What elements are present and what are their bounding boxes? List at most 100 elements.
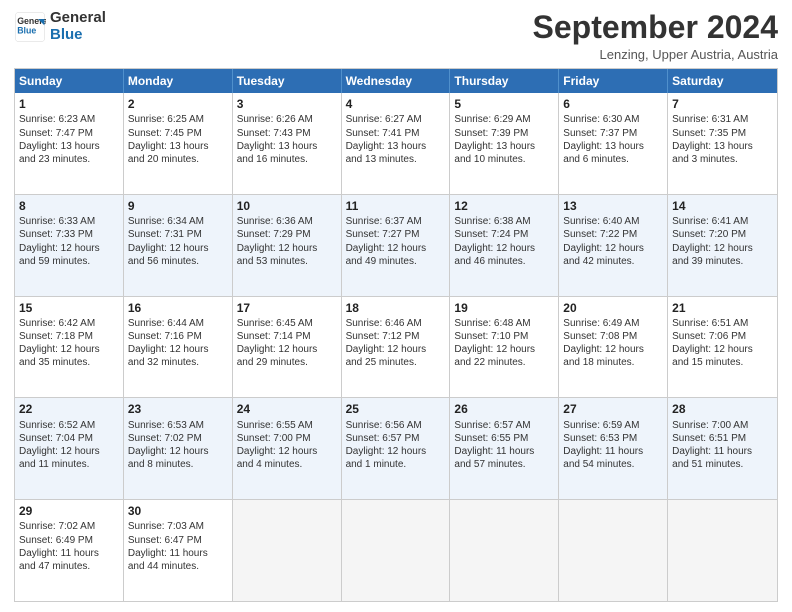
day-cell-28: 28 Sunrise: 7:00 AM Sunset: 6:51 PM Dayli… <box>668 398 777 499</box>
day-info: Sunrise: 6:36 AM Sunset: 7:29 PM Dayligh… <box>237 215 337 268</box>
day-info: Sunrise: 7:02 AM Sunset: 6:49 PM Dayligh… <box>19 520 119 573</box>
day-number: 11 <box>346 198 446 214</box>
logo-general: General <box>50 10 106 27</box>
day-number: 30 <box>128 503 228 519</box>
day-info: Sunrise: 6:59 AM Sunset: 6:53 PM Dayligh… <box>563 419 663 472</box>
day-number: 25 <box>346 401 446 417</box>
day-info: Sunrise: 6:34 AM Sunset: 7:31 PM Dayligh… <box>128 215 228 268</box>
logo-blue: Blue <box>50 27 106 44</box>
day-info: Sunrise: 6:30 AM Sunset: 7:37 PM Dayligh… <box>563 113 663 166</box>
day-info: Sunrise: 6:23 AM Sunset: 7:47 PM Dayligh… <box>19 113 119 166</box>
day-info: Sunrise: 6:26 AM Sunset: 7:43 PM Dayligh… <box>237 113 337 166</box>
day-cell-4: 4Sunrise: 6:27 AM Sunset: 7:41 PM Daylig… <box>342 93 451 194</box>
day-number: 16 <box>128 300 228 316</box>
day-cell-23: 23Sunrise: 6:53 AM Sunset: 7:02 PM Dayli… <box>124 398 233 499</box>
day-cell-24: 24 Sunrise: 6:55 AM Sunset: 7:00 PM Dayli… <box>233 398 342 499</box>
weekday-header-monday: Monday <box>124 69 233 93</box>
day-cell-5: 5Sunrise: 6:29 AM Sunset: 7:39 PM Daylig… <box>450 93 559 194</box>
day-cell-7: 7Sunrise: 6:31 AM Sunset: 7:35 PM Daylig… <box>668 93 777 194</box>
day-cell-29: 29Sunrise: 7:02 AM Sunset: 6:49 PM Dayli… <box>15 500 124 601</box>
calendar-row-2: 8Sunrise: 6:33 AM Sunset: 7:33 PM Daylig… <box>15 194 777 296</box>
day-number: 29 <box>19 503 119 519</box>
day-info: Sunrise: 6:49 AM Sunset: 7:08 PM Dayligh… <box>563 317 663 370</box>
day-cell-14: 14Sunrise: 6:41 AM Sunset: 7:20 PM Dayli… <box>668 195 777 296</box>
calendar: SundayMondayTuesdayWednesdayThursdayFrid… <box>14 68 778 602</box>
logo-icon: General Blue <box>14 11 46 43</box>
day-cell-25: 25 Sunrise: 6:56 AM Sunset: 6:57 PM Dayli… <box>342 398 451 499</box>
day-info: Sunrise: 7:00 AM Sunset: 6:51 PM Dayligh… <box>672 419 773 472</box>
location-title: Lenzing, Upper Austria, Austria <box>533 47 778 62</box>
day-info: Sunrise: 6:41 AM Sunset: 7:20 PM Dayligh… <box>672 215 773 268</box>
logo: General Blue General Blue <box>14 10 106 43</box>
day-number: 5 <box>454 96 554 112</box>
day-number: 15 <box>19 300 119 316</box>
day-number: 22 <box>19 401 119 417</box>
day-number: 27 <box>563 401 663 417</box>
day-info: Sunrise: 6:56 AM Sunset: 6:57 PM Dayligh… <box>346 419 446 472</box>
day-info: Sunrise: 6:31 AM Sunset: 7:35 PM Dayligh… <box>672 113 773 166</box>
day-number: 10 <box>237 198 337 214</box>
day-info: Sunrise: 6:48 AM Sunset: 7:10 PM Dayligh… <box>454 317 554 370</box>
calendar-row-1: 1Sunrise: 6:23 AM Sunset: 7:47 PM Daylig… <box>15 93 777 194</box>
day-cell-13: 13Sunrise: 6:40 AM Sunset: 7:22 PM Dayli… <box>559 195 668 296</box>
svg-text:Blue: Blue <box>17 25 36 35</box>
title-block: September 2024 Lenzing, Upper Austria, A… <box>533 10 778 62</box>
day-number: 23 <box>128 401 228 417</box>
day-cell-3: 3Sunrise: 6:26 AM Sunset: 7:43 PM Daylig… <box>233 93 342 194</box>
weekday-header-friday: Friday <box>559 69 668 93</box>
day-number: 26 <box>454 401 554 417</box>
day-info: Sunrise: 6:55 AM Sunset: 7:00 PM Dayligh… <box>237 419 337 472</box>
day-info: Sunrise: 6:40 AM Sunset: 7:22 PM Dayligh… <box>563 215 663 268</box>
month-title: September 2024 <box>533 10 778 45</box>
day-number: 19 <box>454 300 554 316</box>
day-info: Sunrise: 6:46 AM Sunset: 7:12 PM Dayligh… <box>346 317 446 370</box>
day-info: Sunrise: 6:37 AM Sunset: 7:27 PM Dayligh… <box>346 215 446 268</box>
day-info: Sunrise: 6:33 AM Sunset: 7:33 PM Dayligh… <box>19 215 119 268</box>
day-cell-19: 19Sunrise: 6:48 AM Sunset: 7:10 PM Dayli… <box>450 297 559 398</box>
empty-cell <box>559 500 668 601</box>
day-number: 9 <box>128 198 228 214</box>
day-number: 1 <box>19 96 119 112</box>
day-number: 12 <box>454 198 554 214</box>
day-info: Sunrise: 6:57 AM Sunset: 6:55 PM Dayligh… <box>454 419 554 472</box>
calendar-row-3: 15Sunrise: 6:42 AM Sunset: 7:18 PM Dayli… <box>15 296 777 398</box>
day-cell-26: 26 Sunrise: 6:57 AM Sunset: 6:55 PM Dayli… <box>450 398 559 499</box>
day-info: Sunrise: 6:29 AM Sunset: 7:39 PM Dayligh… <box>454 113 554 166</box>
day-cell-1: 1Sunrise: 6:23 AM Sunset: 7:47 PM Daylig… <box>15 93 124 194</box>
day-cell-21: 21Sunrise: 6:51 AM Sunset: 7:06 PM Dayli… <box>668 297 777 398</box>
day-cell-15: 15Sunrise: 6:42 AM Sunset: 7:18 PM Dayli… <box>15 297 124 398</box>
day-number: 3 <box>237 96 337 112</box>
day-number: 17 <box>237 300 337 316</box>
day-info: Sunrise: 6:44 AM Sunset: 7:16 PM Dayligh… <box>128 317 228 370</box>
day-info: Sunrise: 6:42 AM Sunset: 7:18 PM Dayligh… <box>19 317 119 370</box>
empty-cell <box>233 500 342 601</box>
day-number: 28 <box>672 401 773 417</box>
day-info: Sunrise: 6:25 AM Sunset: 7:45 PM Dayligh… <box>128 113 228 166</box>
day-cell-6: 6Sunrise: 6:30 AM Sunset: 7:37 PM Daylig… <box>559 93 668 194</box>
weekday-header-tuesday: Tuesday <box>233 69 342 93</box>
day-cell-2: 2Sunrise: 6:25 AM Sunset: 7:45 PM Daylig… <box>124 93 233 194</box>
day-cell-9: 9Sunrise: 6:34 AM Sunset: 7:31 PM Daylig… <box>124 195 233 296</box>
day-number: 20 <box>563 300 663 316</box>
day-cell-18: 18Sunrise: 6:46 AM Sunset: 7:12 PM Dayli… <box>342 297 451 398</box>
day-info: Sunrise: 6:38 AM Sunset: 7:24 PM Dayligh… <box>454 215 554 268</box>
day-number: 18 <box>346 300 446 316</box>
day-info: Sunrise: 7:03 AM Sunset: 6:47 PM Dayligh… <box>128 520 228 573</box>
day-cell-20: 20Sunrise: 6:49 AM Sunset: 7:08 PM Dayli… <box>559 297 668 398</box>
day-info: Sunrise: 6:45 AM Sunset: 7:14 PM Dayligh… <box>237 317 337 370</box>
calendar-row-5: 29Sunrise: 7:02 AM Sunset: 6:49 PM Dayli… <box>15 499 777 601</box>
day-cell-16: 16Sunrise: 6:44 AM Sunset: 7:16 PM Dayli… <box>124 297 233 398</box>
calendar-body: 1Sunrise: 6:23 AM Sunset: 7:47 PM Daylig… <box>15 93 777 601</box>
day-cell-17: 17Sunrise: 6:45 AM Sunset: 7:14 PM Dayli… <box>233 297 342 398</box>
calendar-row-4: 22Sunrise: 6:52 AM Sunset: 7:04 PM Dayli… <box>15 397 777 499</box>
day-number: 24 <box>237 401 337 417</box>
day-info: Sunrise: 6:51 AM Sunset: 7:06 PM Dayligh… <box>672 317 773 370</box>
day-cell-22: 22Sunrise: 6:52 AM Sunset: 7:04 PM Dayli… <box>15 398 124 499</box>
day-cell-30: 30Sunrise: 7:03 AM Sunset: 6:47 PM Dayli… <box>124 500 233 601</box>
weekday-header-sunday: Sunday <box>15 69 124 93</box>
calendar-header: SundayMondayTuesdayWednesdayThursdayFrid… <box>15 69 777 93</box>
page: General Blue General Blue September 2024… <box>0 0 792 612</box>
empty-cell <box>668 500 777 601</box>
day-cell-8: 8Sunrise: 6:33 AM Sunset: 7:33 PM Daylig… <box>15 195 124 296</box>
day-number: 7 <box>672 96 773 112</box>
